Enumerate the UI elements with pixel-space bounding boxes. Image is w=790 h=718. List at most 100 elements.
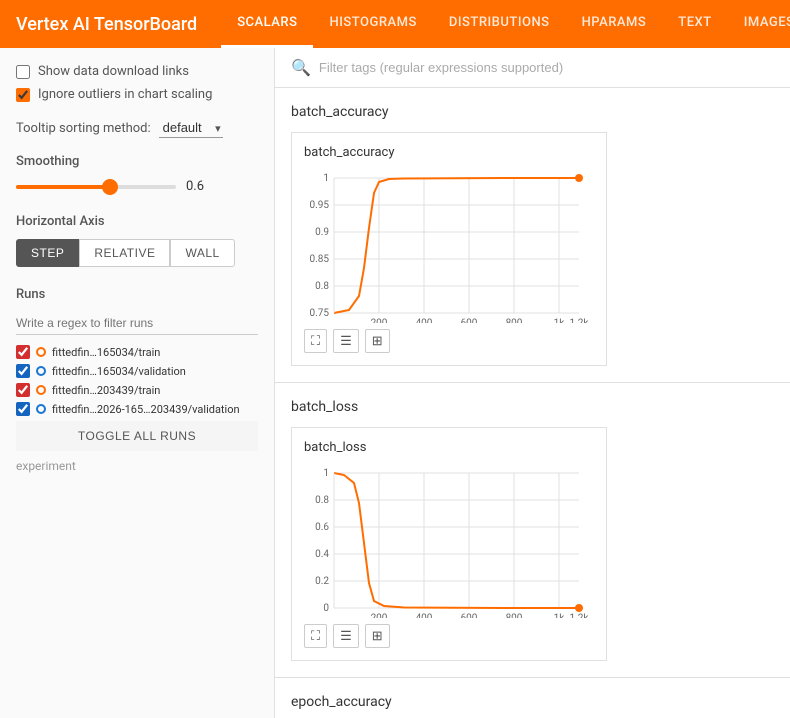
svg-text:0.9: 0.9 xyxy=(315,227,329,238)
smoothing-title: Smoothing xyxy=(16,154,258,169)
nav-link-histograms[interactable]: HISTOGRAMS xyxy=(313,0,432,48)
section-epoch-accuracy-title: epoch_accuracy xyxy=(291,694,774,710)
smoothing-slider[interactable] xyxy=(16,185,176,189)
svg-text:1.2k: 1.2k xyxy=(570,318,590,323)
run-checkbox-2[interactable] xyxy=(16,364,30,378)
nav-link-hparams[interactable]: HPARAMS xyxy=(566,0,663,48)
run-checkbox-4[interactable] xyxy=(16,402,30,416)
svg-text:0.95: 0.95 xyxy=(310,200,330,211)
svg-text:200: 200 xyxy=(371,613,388,618)
show-download-checkbox[interactable] xyxy=(16,65,30,79)
svg-text:0.75: 0.75 xyxy=(310,308,330,319)
chart-svg-batch-loss: 1 0.8 0.6 0.4 0.2 0 200 400 600 800 1k 1… xyxy=(304,463,594,618)
nav-link-distributions[interactable]: DISTRIBUTIONS xyxy=(433,0,566,48)
chart-controls-batch-accuracy: ⛶ ☰ ⊞ xyxy=(304,329,594,353)
fit-btn-batch-loss[interactable]: ⊞ xyxy=(365,624,390,648)
section-batch-loss: batch_loss batch_loss xyxy=(275,383,790,678)
nav-link-images[interactable]: IMAGES xyxy=(728,0,790,48)
svg-text:0.4: 0.4 xyxy=(315,549,329,560)
run-label-2: fittedfin…165034/validation xyxy=(52,365,186,378)
run-dot-1 xyxy=(36,347,46,357)
run-label-1: fittedfin…165034/train xyxy=(52,346,160,359)
run-dot-3 xyxy=(36,385,46,395)
runs-filter-input[interactable] xyxy=(16,312,258,335)
nav-link-text[interactable]: TEXT xyxy=(662,0,727,48)
tooltip-select-wrapper[interactable]: default xyxy=(159,118,223,138)
run-dot-2 xyxy=(36,366,46,376)
run-label-4: fittedfin…2026-165…203439/validation xyxy=(52,403,240,416)
nav-links: SCALARSHISTOGRAMSDISTRIBUTIONSHPARAMSTEX… xyxy=(221,0,790,48)
svg-text:800: 800 xyxy=(506,613,523,618)
search-icon: 🔍 xyxy=(291,58,311,77)
main-content: 🔍 batch_accuracy batch_accuracy xyxy=(275,48,790,718)
chart-svg-batch-accuracy: 1 0.95 0.9 0.85 0.8 0.75 200 400 600 800… xyxy=(304,168,594,323)
filter-bar: 🔍 xyxy=(275,48,790,88)
svg-text:0.8: 0.8 xyxy=(315,281,329,292)
fit-btn-batch-accuracy[interactable]: ⊞ xyxy=(365,329,390,353)
run-item-2: fittedfin…165034/validation xyxy=(16,364,258,378)
expand-btn-batch-accuracy[interactable]: ⛶ xyxy=(304,329,327,353)
smoothing-value: 0.6 xyxy=(186,179,216,194)
chart-card-batch-accuracy: batch_accuracy xyxy=(291,132,607,366)
show-download-label[interactable]: Show data download links xyxy=(16,64,258,79)
run-checkbox-1[interactable] xyxy=(16,345,30,359)
svg-text:0.6: 0.6 xyxy=(315,522,329,533)
ignore-outliers-checkbox[interactable] xyxy=(16,88,30,102)
topnav: Vertex AI TensorBoard SCALARSHISTOGRAMSD… xyxy=(0,0,790,48)
svg-text:1k: 1k xyxy=(554,318,566,323)
haxis-buttons: STEPRELATIVEWALL xyxy=(16,239,258,267)
svg-text:1k: 1k xyxy=(554,613,566,618)
svg-text:1.2k: 1.2k xyxy=(570,613,590,618)
download-option: Show data download links Ignore outliers… xyxy=(16,64,258,102)
run-checkbox-3[interactable] xyxy=(16,383,30,397)
tag-filter-input[interactable] xyxy=(319,60,774,75)
run-dot-4 xyxy=(36,404,46,414)
section-batch-loss-title: batch_loss xyxy=(291,399,774,415)
chart-area-batch-accuracy: 1 0.95 0.9 0.85 0.8 0.75 200 400 600 800… xyxy=(304,168,594,323)
chart-card-batch-loss-title: batch_loss xyxy=(304,440,594,455)
nav-link-scalars[interactable]: SCALARS xyxy=(221,0,313,48)
chart-area-batch-loss: 1 0.8 0.6 0.4 0.2 0 200 400 600 800 1k 1… xyxy=(304,463,594,618)
svg-text:1: 1 xyxy=(323,468,329,479)
section-batch-accuracy: batch_accuracy batch_accuracy xyxy=(275,88,790,383)
svg-text:400: 400 xyxy=(416,318,433,323)
ignore-outliers-label[interactable]: Ignore outliers in chart scaling xyxy=(16,87,258,102)
main-layout: Show data download links Ignore outliers… xyxy=(0,48,790,718)
runs-section: Runs fittedfin…165034/trainfittedfin…165… xyxy=(16,287,258,473)
chart-card-batch-loss: batch_loss xyxy=(291,427,607,661)
list-btn-batch-loss[interactable]: ☰ xyxy=(333,624,359,648)
svg-text:200: 200 xyxy=(371,318,388,323)
runs-list: fittedfin…165034/train fittedfin…165034/v… xyxy=(16,345,258,416)
svg-text:0.85: 0.85 xyxy=(310,254,330,265)
chart-card-batch-accuracy-title: batch_accuracy xyxy=(304,145,594,160)
svg-text:800: 800 xyxy=(506,318,523,323)
svg-text:1: 1 xyxy=(323,173,329,184)
tooltip-row: Tooltip sorting method: default xyxy=(16,118,258,138)
svg-text:600: 600 xyxy=(461,613,478,618)
svg-text:400: 400 xyxy=(416,613,433,618)
svg-text:600: 600 xyxy=(461,318,478,323)
section-batch-accuracy-title: batch_accuracy xyxy=(291,104,774,120)
experiment-label: experiment xyxy=(16,459,258,473)
haxis-btn-relative[interactable]: RELATIVE xyxy=(79,239,170,267)
section-epoch-accuracy: epoch_accuracy xyxy=(275,678,790,718)
brand-title: Vertex AI TensorBoard xyxy=(16,14,197,35)
tooltip-select[interactable]: default xyxy=(159,118,223,138)
expand-btn-batch-loss[interactable]: ⛶ xyxy=(304,624,327,648)
chart-controls-batch-loss: ⛶ ☰ ⊞ xyxy=(304,624,594,648)
toggle-all-runs-button[interactable]: TOGGLE ALL RUNS xyxy=(16,421,258,451)
run-item-3: fittedfin…203439/train xyxy=(16,383,258,397)
run-item-1: fittedfin…165034/train xyxy=(16,345,258,359)
sidebar: Show data download links Ignore outliers… xyxy=(0,48,275,718)
haxis-title: Horizontal Axis xyxy=(16,214,258,229)
haxis-btn-wall[interactable]: WALL xyxy=(170,239,234,267)
run-item-4: fittedfin…2026-165…203439/validation xyxy=(16,402,258,416)
smoothing-section: Smoothing 0.6 xyxy=(16,154,258,194)
svg-text:0.8: 0.8 xyxy=(315,495,329,506)
runs-title: Runs xyxy=(16,287,258,302)
run-label-3: fittedfin…203439/train xyxy=(52,384,160,397)
haxis-section: Horizontal Axis STEPRELATIVEWALL xyxy=(16,214,258,267)
haxis-btn-step[interactable]: STEP xyxy=(16,239,79,267)
list-btn-batch-accuracy[interactable]: ☰ xyxy=(333,329,359,353)
svg-text:0: 0 xyxy=(323,603,329,614)
